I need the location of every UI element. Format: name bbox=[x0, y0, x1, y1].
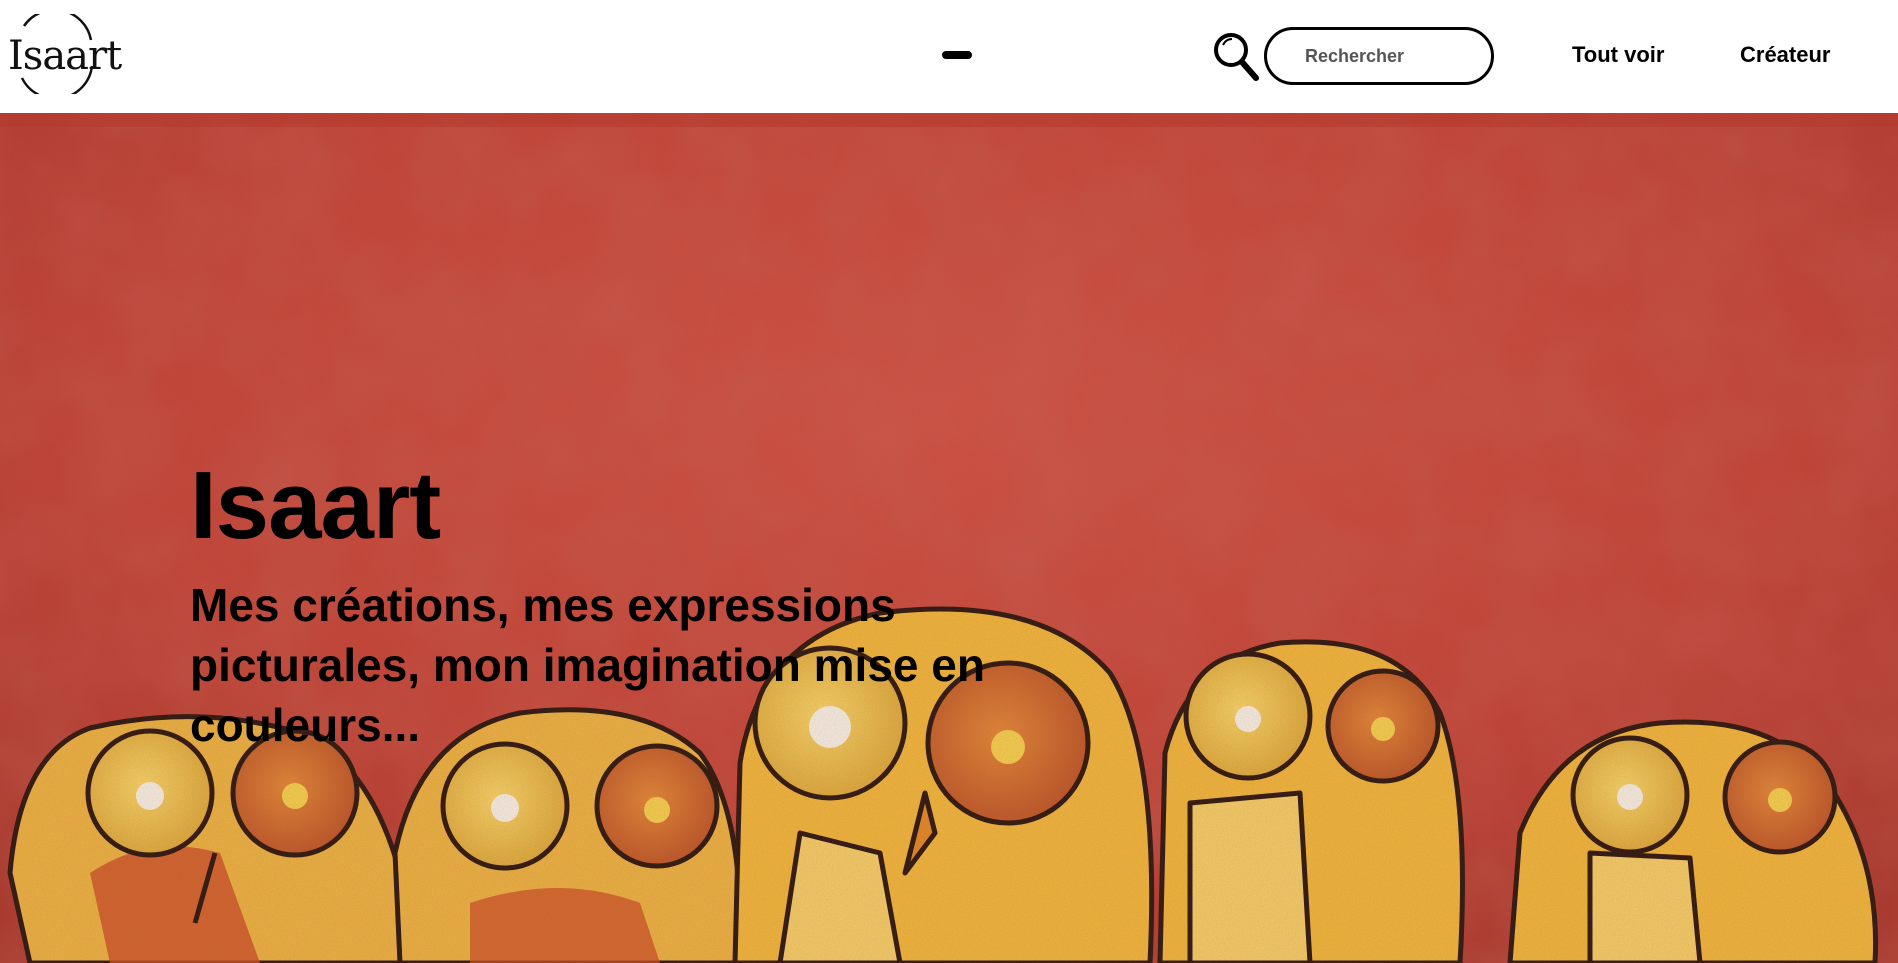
search-input[interactable] bbox=[1264, 27, 1494, 85]
search-icon[interactable] bbox=[1212, 30, 1260, 82]
hero-banner: Isaart Mes créations, mes expressions pi… bbox=[0, 113, 1898, 963]
site-header: Isaart Tout voir Créateur bbox=[0, 0, 1898, 113]
logo-text: Isaart bbox=[8, 33, 122, 79]
menu-dash-icon[interactable] bbox=[942, 51, 972, 59]
nav-link-creator[interactable]: Créateur bbox=[1740, 42, 1830, 68]
site-logo[interactable]: Isaart bbox=[6, 14, 122, 94]
hero-tagline: Mes créations, mes expressions picturale… bbox=[190, 579, 985, 751]
nav-link-all[interactable]: Tout voir bbox=[1572, 42, 1664, 68]
hero-title: Isaart bbox=[190, 452, 441, 559]
